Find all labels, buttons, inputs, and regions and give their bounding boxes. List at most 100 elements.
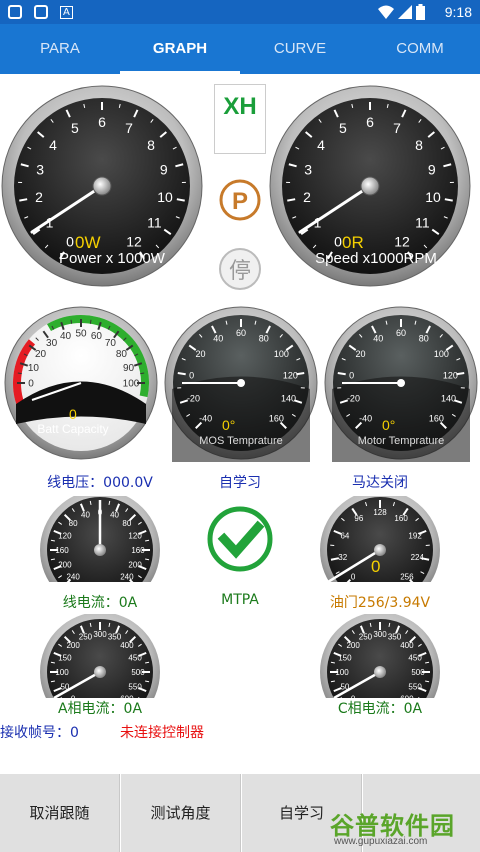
motor-status: 马达关闭 [352, 475, 408, 491]
mos-value: 0° [222, 417, 235, 433]
battery-tick-label: 50 [75, 329, 87, 340]
wifi-icon [378, 5, 394, 19]
line-current-tick-label: 40 [110, 511, 119, 520]
power-label: Power x 1000W [59, 250, 166, 267]
phase-a-tick-label: 250 [79, 633, 93, 642]
cancel-follow-button[interactable]: 取消跟随 [0, 774, 120, 852]
speed-label: Speed x1000RPM [315, 250, 437, 267]
motor-tick-label: 0 [349, 370, 354, 380]
battery-tick-label: 20 [35, 349, 47, 360]
phase-c-tick-label: 250 [359, 633, 373, 642]
line-current-tick-label: 160 [131, 546, 145, 555]
frame-count: 接收帧号：0 [0, 725, 79, 741]
stop-label: 停 [229, 259, 251, 284]
park-label: P [232, 188, 248, 215]
a-icon: A [60, 6, 73, 19]
power-tick-mark [19, 198, 28, 202]
xh-button[interactable]: XH [214, 84, 266, 154]
power-tick-label: 6 [98, 114, 106, 130]
phase-a-tick-label: 200 [66, 641, 80, 650]
throttle-readout: 油门256/3.94V [329, 595, 431, 611]
throttle-tick-label: 128 [373, 508, 387, 517]
phase-c-tick-label: 400 [400, 641, 414, 650]
throttle-tick-label: 160 [394, 514, 408, 523]
connection-status: 未连接控制器 [120, 725, 204, 741]
mos-label: MOS Temprature [199, 435, 283, 447]
battery-tick-mark [89, 319, 92, 324]
signal-icon [398, 5, 412, 19]
speed-tick-label: 12 [394, 233, 410, 249]
motor-tick-label: 140 [441, 394, 456, 404]
throttle-tick-label: 256 [400, 573, 414, 582]
motor-tick-label: 60 [396, 328, 406, 338]
speed-tick-label: 8 [415, 137, 423, 153]
battery-tick-mark [140, 372, 145, 375]
mos-tick-label: -20 [187, 394, 200, 404]
line-current-tick-label: 120 [128, 531, 142, 540]
phase-a-tick-label: 150 [58, 653, 72, 662]
phase-a-tick-label: 500 [131, 668, 145, 677]
mtpa-readout: MTPA [221, 592, 259, 608]
phase-c-tick-label: 200 [346, 641, 360, 650]
line-voltage-readout: 线电压：000.0V [47, 475, 153, 491]
motor-tick-label: 100 [434, 349, 449, 359]
speed-tick-label: 11 [415, 215, 430, 231]
speed-tick-label: 2 [303, 189, 311, 205]
battery-tick-mark [17, 372, 22, 375]
battery-gauge: 0 10 203040 50 607080 90 100 0 Batt Capacity [4, 306, 158, 460]
power-tick-label: 2 [35, 189, 43, 205]
tab-curve[interactable]: CURVE [240, 24, 360, 74]
line-current-tick-label: 160 [55, 546, 69, 555]
motor-tick-label: 40 [373, 334, 383, 344]
throttle-tick-label: 96 [354, 514, 363, 523]
mos-tick-label: 80 [259, 334, 269, 344]
motor-value: 0° [382, 417, 395, 433]
stop-button[interactable]: 停 [214, 246, 266, 292]
speed-tick-label: 9 [428, 161, 436, 177]
battery-tick-label: 60 [91, 331, 103, 342]
phase-a-tick-label: 450 [128, 653, 142, 662]
mos-tick-label: 20 [196, 349, 206, 359]
power-tick-label: 0 [66, 233, 74, 249]
power-tick-label: 12 [126, 233, 142, 249]
speed-tick-label: 10 [425, 189, 441, 205]
phase-c-current-gauge: 050100150200250300350400450500550600 [320, 614, 440, 698]
xh-label: XH [223, 93, 257, 120]
line-current-readout: 线电流：0A [62, 595, 138, 611]
speed-tick-mark [287, 198, 296, 202]
battery-tick-label: 0 [28, 379, 34, 390]
tab-comm[interactable]: COMM [360, 24, 480, 74]
phase-a-tick-label: 300 [93, 630, 107, 639]
tab-para[interactable]: PARA [0, 24, 120, 74]
status-bar: A 9:18 [0, 0, 480, 24]
power-tick-label: 10 [157, 189, 173, 205]
line-current-gauge: 240200160120804004080120160200240 [40, 496, 160, 582]
tab-graph[interactable]: GRAPH [120, 24, 240, 74]
battery-tick-label: 30 [46, 338, 58, 349]
test-angle-button[interactable]: 测试角度 [121, 774, 241, 852]
line-current-tick-label: 80 [122, 519, 131, 528]
mos-tick-label: 120 [283, 370, 298, 380]
mos-tick-label: 0 [189, 370, 194, 380]
phase-c-tick-label: 300 [373, 630, 387, 639]
mos-tick-label: 60 [236, 328, 246, 338]
phase-c-tick-label: 150 [338, 653, 352, 662]
speed-tick-label: 0 [334, 233, 342, 249]
speed-tick-label: 7 [393, 120, 401, 136]
speed-hub [360, 176, 380, 196]
battery-label: Batt Capacity [37, 422, 108, 436]
battery-tick-label: 40 [60, 331, 72, 342]
power-hub [92, 176, 112, 196]
phase-a-current-readout: A相电流：0A [57, 701, 143, 717]
power-tick-label: 4 [49, 137, 57, 153]
throttle-gauge: 0 32 64 96 128 160192 224 256 0 [320, 496, 440, 582]
park-button[interactable]: P [214, 176, 266, 226]
throttle-tick-label: 32 [338, 553, 347, 562]
speed-tick-label: 6 [366, 114, 374, 130]
mos-tick-mark [177, 372, 186, 376]
speed-tick-label: 4 [317, 137, 325, 153]
image-icon [8, 5, 22, 19]
app-icon [34, 5, 48, 19]
speed-tick-mark [444, 198, 453, 202]
mos-tick-label: 140 [281, 394, 296, 404]
